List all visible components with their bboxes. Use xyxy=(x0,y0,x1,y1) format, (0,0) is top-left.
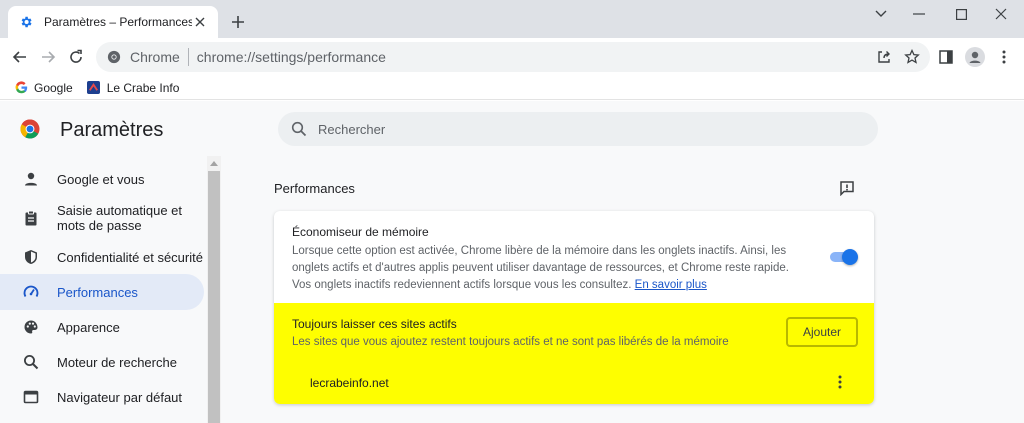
address-bar[interactable]: Chrome chrome://settings/performance xyxy=(96,42,930,72)
memory-saver-description-text: Lorsque cette option est activée, Chrome… xyxy=(292,245,789,291)
bookmarks-bar: Google Le Crabe Info xyxy=(0,76,1024,100)
bookmark-le-crabe-info[interactable]: Le Crabe Info xyxy=(87,80,180,95)
sidebar-item-moteur-de-recherche[interactable]: Moteur de recherche xyxy=(0,349,204,375)
avatar[interactable] xyxy=(963,45,987,69)
sidebar-item-performances[interactable]: Performances xyxy=(0,274,204,310)
sidebar-item-label: Performances xyxy=(57,284,138,300)
omnibox-divider xyxy=(187,48,189,66)
sidebar-item-confidentialite[interactable]: Confidentialité et sécurité xyxy=(0,244,204,270)
gear-icon xyxy=(18,14,34,30)
maximize-button[interactable] xyxy=(940,0,982,28)
forward-button[interactable] xyxy=(36,45,60,69)
clipboard-icon xyxy=(22,209,40,227)
always-active-description: Les sites que vous ajoutez restent toujo… xyxy=(292,336,729,348)
back-button[interactable] xyxy=(8,45,32,69)
toolbar: Chrome chrome://settings/performance xyxy=(0,38,1024,76)
section-title: Performances xyxy=(274,181,355,196)
speedometer-icon xyxy=(22,283,40,301)
memory-saver-title: Économiseur de mémoire xyxy=(292,225,429,239)
sidebar-item-label: Navigateur par défaut xyxy=(57,389,183,405)
le-crabe-info-icon xyxy=(87,81,101,95)
close-icon[interactable] xyxy=(192,14,208,30)
tab-strip: Paramètres – Performances xyxy=(0,0,1024,38)
site-chip-label: Chrome xyxy=(130,49,180,65)
learn-more-link[interactable]: En savoir plus xyxy=(635,279,707,291)
memory-saver-toggle[interactable] xyxy=(828,249,858,265)
tab-search-button[interactable] xyxy=(860,0,902,28)
memory-saver-row: Économiseur de mémoire Lorsque cette opt… xyxy=(274,211,874,303)
performance-card: Économiseur de mémoire Lorsque cette opt… xyxy=(274,211,874,404)
sidebar-item-label: Moteur de recherche xyxy=(57,354,177,370)
search-icon xyxy=(22,353,40,371)
window-close-button[interactable] xyxy=(980,0,1022,28)
settings-search[interactable] xyxy=(278,112,878,146)
palette-icon xyxy=(22,318,40,336)
shield-icon xyxy=(22,248,40,266)
sidebar-item-navigateur-par-defaut[interactable]: Navigateur par défaut xyxy=(0,384,204,410)
sidebar-item-google-et-vous[interactable]: Google et vous xyxy=(0,166,204,192)
sidebar-item-label: Google et vous xyxy=(57,171,145,187)
memory-saver-description: Lorsque cette option est activée, Chrome… xyxy=(292,243,792,294)
bookmark-star-icon[interactable] xyxy=(900,45,924,69)
url-prefix: chrome:// xyxy=(196,49,256,65)
bookmark-google[interactable]: Google xyxy=(14,81,73,95)
settings-page: Paramètres Google et vous Saisie automat… xyxy=(0,101,1024,423)
sidebar-item-label: Apparence xyxy=(57,319,120,335)
google-icon xyxy=(14,81,28,95)
search-icon xyxy=(290,120,308,138)
sidebar-item-apparence[interactable]: Apparence xyxy=(0,314,204,340)
url-path: settings/performance xyxy=(255,49,386,65)
more-actions-icon[interactable] xyxy=(830,372,850,392)
tab-title: Paramètres – Performances xyxy=(44,15,192,29)
url-text: chrome://settings/performance xyxy=(197,49,386,65)
site-chip[interactable]: Chrome xyxy=(106,49,180,65)
add-site-button[interactable]: Ajouter xyxy=(786,317,858,347)
side-panel-icon[interactable] xyxy=(934,45,958,69)
always-active-sites-section: Toujours laisser ces sites actifs Les si… xyxy=(274,303,874,404)
chrome-icon xyxy=(106,49,122,65)
site-list-item: lecrabeinfo.net xyxy=(310,376,389,390)
sidebar-item-saisie-automatique[interactable]: Saisie automatique et mots de passe xyxy=(0,200,204,236)
reload-button[interactable] xyxy=(64,45,88,69)
tab-settings-performance[interactable]: Paramètres – Performances xyxy=(8,6,218,38)
feedback-icon[interactable] xyxy=(838,179,856,197)
minimize-button[interactable] xyxy=(898,0,940,28)
browser-window-icon xyxy=(22,388,40,406)
new-tab-button[interactable] xyxy=(228,12,248,32)
sidebar-item-label: Confidentialité et sécurité xyxy=(57,249,203,265)
bookmark-label: Le Crabe Info xyxy=(106,80,180,95)
toggle-knob xyxy=(842,249,858,265)
sidebar-scrollbar-thumb[interactable] xyxy=(208,171,220,423)
page-title: Paramètres xyxy=(60,119,164,141)
person-icon xyxy=(22,170,40,188)
scroll-up-arrow-icon[interactable] xyxy=(208,157,220,169)
always-active-title: Toujours laisser ces sites actifs xyxy=(292,317,457,331)
bookmark-label: Google xyxy=(34,80,73,95)
sidebar-item-label: Saisie automatique et mots de passe xyxy=(57,203,183,233)
chrome-logo-icon xyxy=(20,119,40,139)
search-input[interactable] xyxy=(318,121,818,137)
menu-dots-icon[interactable] xyxy=(992,45,1016,69)
share-icon[interactable] xyxy=(872,45,896,69)
settings-sidebar: Google et vous Saisie automatique et mot… xyxy=(0,156,210,423)
